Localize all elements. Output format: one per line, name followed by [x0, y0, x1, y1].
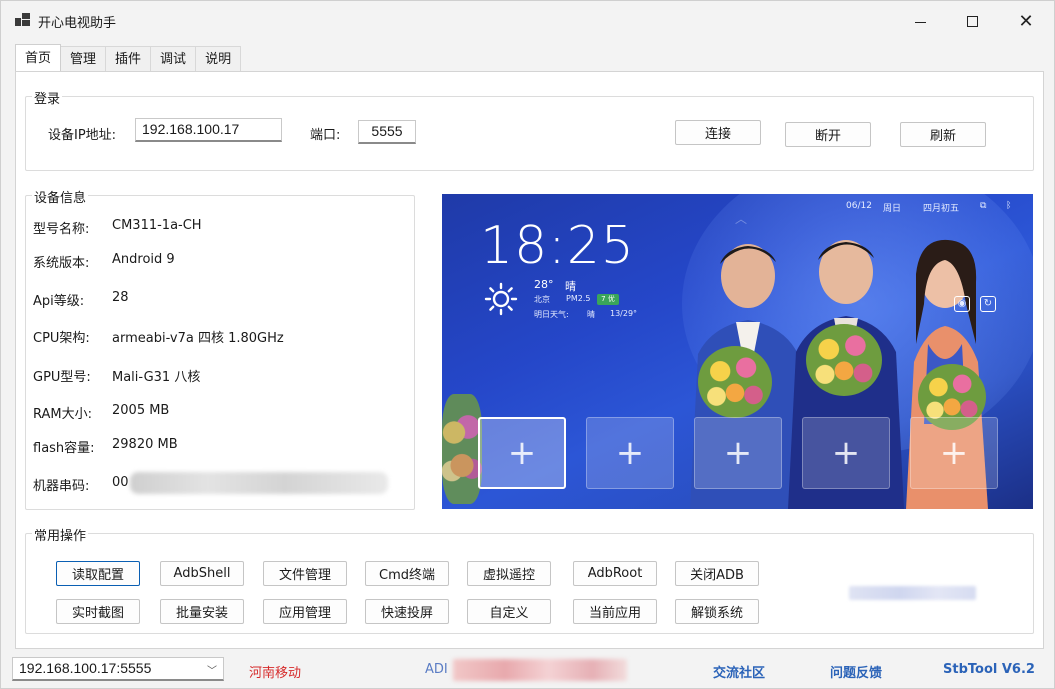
minimize-icon — [914, 21, 926, 23]
tv-tomorrow-range: 13/29° — [610, 309, 638, 318]
tv-temperature: 28° — [534, 278, 554, 291]
tv-screen-preview: 06/12 周日 四月初五 ⧉ ᛒ 18:25 28° 晴 北京 PM2.5 7… — [442, 194, 1033, 509]
tv-lunar-date: 四月初五 — [923, 204, 960, 214]
ip-label: 设备IP地址: — [48, 128, 117, 143]
connection-combobox[interactable]: 192.168.100.17:5555 ﹀ — [12, 657, 224, 681]
ip-input[interactable]: 192.168.100.17 — [135, 118, 282, 142]
close-adb-button[interactable]: 关闭ADB — [675, 561, 759, 586]
virtual-remote-button[interactable]: 虚拟遥控 — [467, 561, 551, 586]
common-ops-group: 常用操作 读取配置 AdbShell 文件管理 Cmd终端 虚拟遥控 AdbRo… — [25, 525, 1034, 634]
adb-status-label: ADI — [425, 662, 448, 677]
serial-redacted-block — [130, 472, 388, 494]
isp-label: 河南移动 — [249, 666, 302, 681]
login-group: 登录 设备IP地址: 192.168.100.17 端口: 5555 连接 断开… — [25, 88, 1034, 171]
app-manager-button[interactable]: 应用管理 — [263, 599, 347, 624]
tv-bluetooth-icon: ᛒ — [1006, 201, 1012, 211]
cmd-terminal-button[interactable]: Cmd终端 — [365, 561, 449, 586]
window-title: 开心电视助手 — [38, 16, 117, 31]
maximize-icon — [966, 15, 978, 27]
os-value: Android 9 — [112, 252, 175, 267]
tv-pm-label: PM2.5 — [566, 294, 591, 303]
serial-label: 机器串码: — [33, 479, 90, 494]
tv-flower-bouquet-middle — [806, 324, 882, 396]
status-bar: 192.168.100.17:5555 ﹀ 河南移动 ADI 交流社区 问题反馈… — [1, 651, 1054, 688]
redacted-text-block — [849, 586, 976, 600]
tv-tomorrow-weather: 晴 — [587, 310, 595, 319]
tv-weather: 晴 — [565, 280, 576, 293]
tv-date: 06/12 — [846, 201, 872, 211]
tv-camera-icon: ◉ — [954, 296, 970, 312]
gpu-label: GPU型号: — [33, 370, 91, 385]
port-label: 端口: — [310, 128, 341, 143]
version-label[interactable]: StbTool V6.2 — [943, 662, 1035, 677]
tv-city: 北京 — [534, 295, 550, 304]
device-info-group-title: 设备信息 — [32, 187, 89, 206]
tab-debug[interactable]: 调试 — [150, 46, 197, 71]
maximize-button[interactable] — [950, 7, 994, 35]
model-value: CM311-1a-CH — [112, 218, 202, 233]
cpu-label: CPU架构: — [33, 331, 90, 346]
chevron-down-icon: ﹀ — [207, 666, 217, 677]
refresh-button[interactable]: 刷新 — [900, 122, 986, 147]
connection-combobox-value: 192.168.100.17:5555 — [19, 660, 152, 676]
tab-manage[interactable]: 管理 — [60, 46, 107, 71]
feedback-link[interactable]: 问题反馈 — [830, 662, 882, 681]
sun-icon — [484, 282, 518, 316]
adbroot-button[interactable]: AdbRoot — [573, 561, 657, 586]
tv-app-tile: + — [586, 417, 674, 489]
tab-home[interactable]: 首页 — [15, 44, 62, 71]
current-app-button[interactable]: 当前应用 — [573, 599, 657, 624]
file-manager-button[interactable]: 文件管理 — [263, 561, 347, 586]
disconnect-button[interactable]: 断开 — [785, 122, 871, 147]
unlock-system-button[interactable]: 解锁系统 — [675, 599, 759, 624]
ram-value: 2005 MB — [112, 403, 170, 418]
redacted-status-block — [453, 659, 627, 681]
ram-label: RAM大小: — [33, 407, 92, 422]
port-input[interactable]: 5555 — [358, 120, 416, 144]
api-value: 28 — [112, 290, 129, 305]
tab-strip: 首页 管理 插件 调试 说明 — [15, 44, 242, 71]
tv-window-icon: ⧉ — [980, 201, 987, 211]
custom-button[interactable]: 自定义 — [467, 599, 551, 624]
login-group-title: 登录 — [32, 88, 63, 107]
flash-value: 29820 MB — [112, 437, 178, 452]
read-config-button[interactable]: 读取配置 — [56, 561, 140, 586]
tv-flowers-edge — [442, 394, 482, 504]
tab-help[interactable]: 说明 — [195, 46, 242, 71]
minimize-button[interactable] — [898, 7, 942, 35]
title-bar: 开心电视助手 ✕ — [1, 1, 1054, 41]
device-info-group: 设备信息 型号名称: CM311-1a-CH 系统版本: Android 9 A… — [25, 187, 415, 510]
quick-cast-button[interactable]: 快速投屏 — [365, 599, 449, 624]
tv-refresh-icon: ↻ — [980, 296, 996, 312]
tv-app-tile: + — [478, 417, 566, 489]
tv-flower-bouquet-left — [698, 346, 772, 418]
serial-value: 00 — [112, 475, 129, 490]
tv-tomorrow-label: 明日天气: — [534, 310, 569, 319]
close-icon: ✕ — [1018, 10, 1034, 32]
flash-label: flash容量: — [33, 441, 95, 456]
app-logo-icon — [15, 13, 31, 27]
tv-app-tile: + — [802, 417, 890, 489]
close-button[interactable]: ✕ — [1004, 7, 1048, 35]
adbshell-button[interactable]: AdbShell — [160, 561, 244, 586]
screenshot-button[interactable]: 实时截图 — [56, 599, 140, 624]
cpu-value: armeabi-v7a 四核 1.80GHz — [112, 331, 284, 346]
tv-clock: 18:25 — [480, 216, 635, 276]
home-panel: 登录 设备IP地址: 192.168.100.17 端口: 5555 连接 断开… — [15, 71, 1044, 649]
batch-install-button[interactable]: 批量安装 — [160, 599, 244, 624]
gpu-value: Mali-G31 八核 — [112, 370, 201, 385]
os-label: 系统版本: — [33, 256, 90, 271]
app-window: 开心电视助手 ✕ 首页 管理 插件 调试 说明 登录 设备IP地址: 192.1… — [0, 0, 1055, 689]
community-link[interactable]: 交流社区 — [713, 662, 765, 681]
model-label: 型号名称: — [33, 222, 90, 237]
tv-pm-badge: 7 优 — [597, 294, 619, 305]
tab-plugins[interactable]: 插件 — [105, 46, 152, 71]
connect-button[interactable]: 连接 — [675, 120, 761, 145]
common-ops-group-title: 常用操作 — [32, 525, 89, 544]
tv-app-tile: + — [694, 417, 782, 489]
tv-up-arrow-icon: ︿ — [735, 212, 748, 226]
tv-weekday: 周日 — [883, 204, 902, 214]
tv-app-tile: + — [910, 417, 998, 489]
api-label: Api等级: — [33, 294, 85, 309]
